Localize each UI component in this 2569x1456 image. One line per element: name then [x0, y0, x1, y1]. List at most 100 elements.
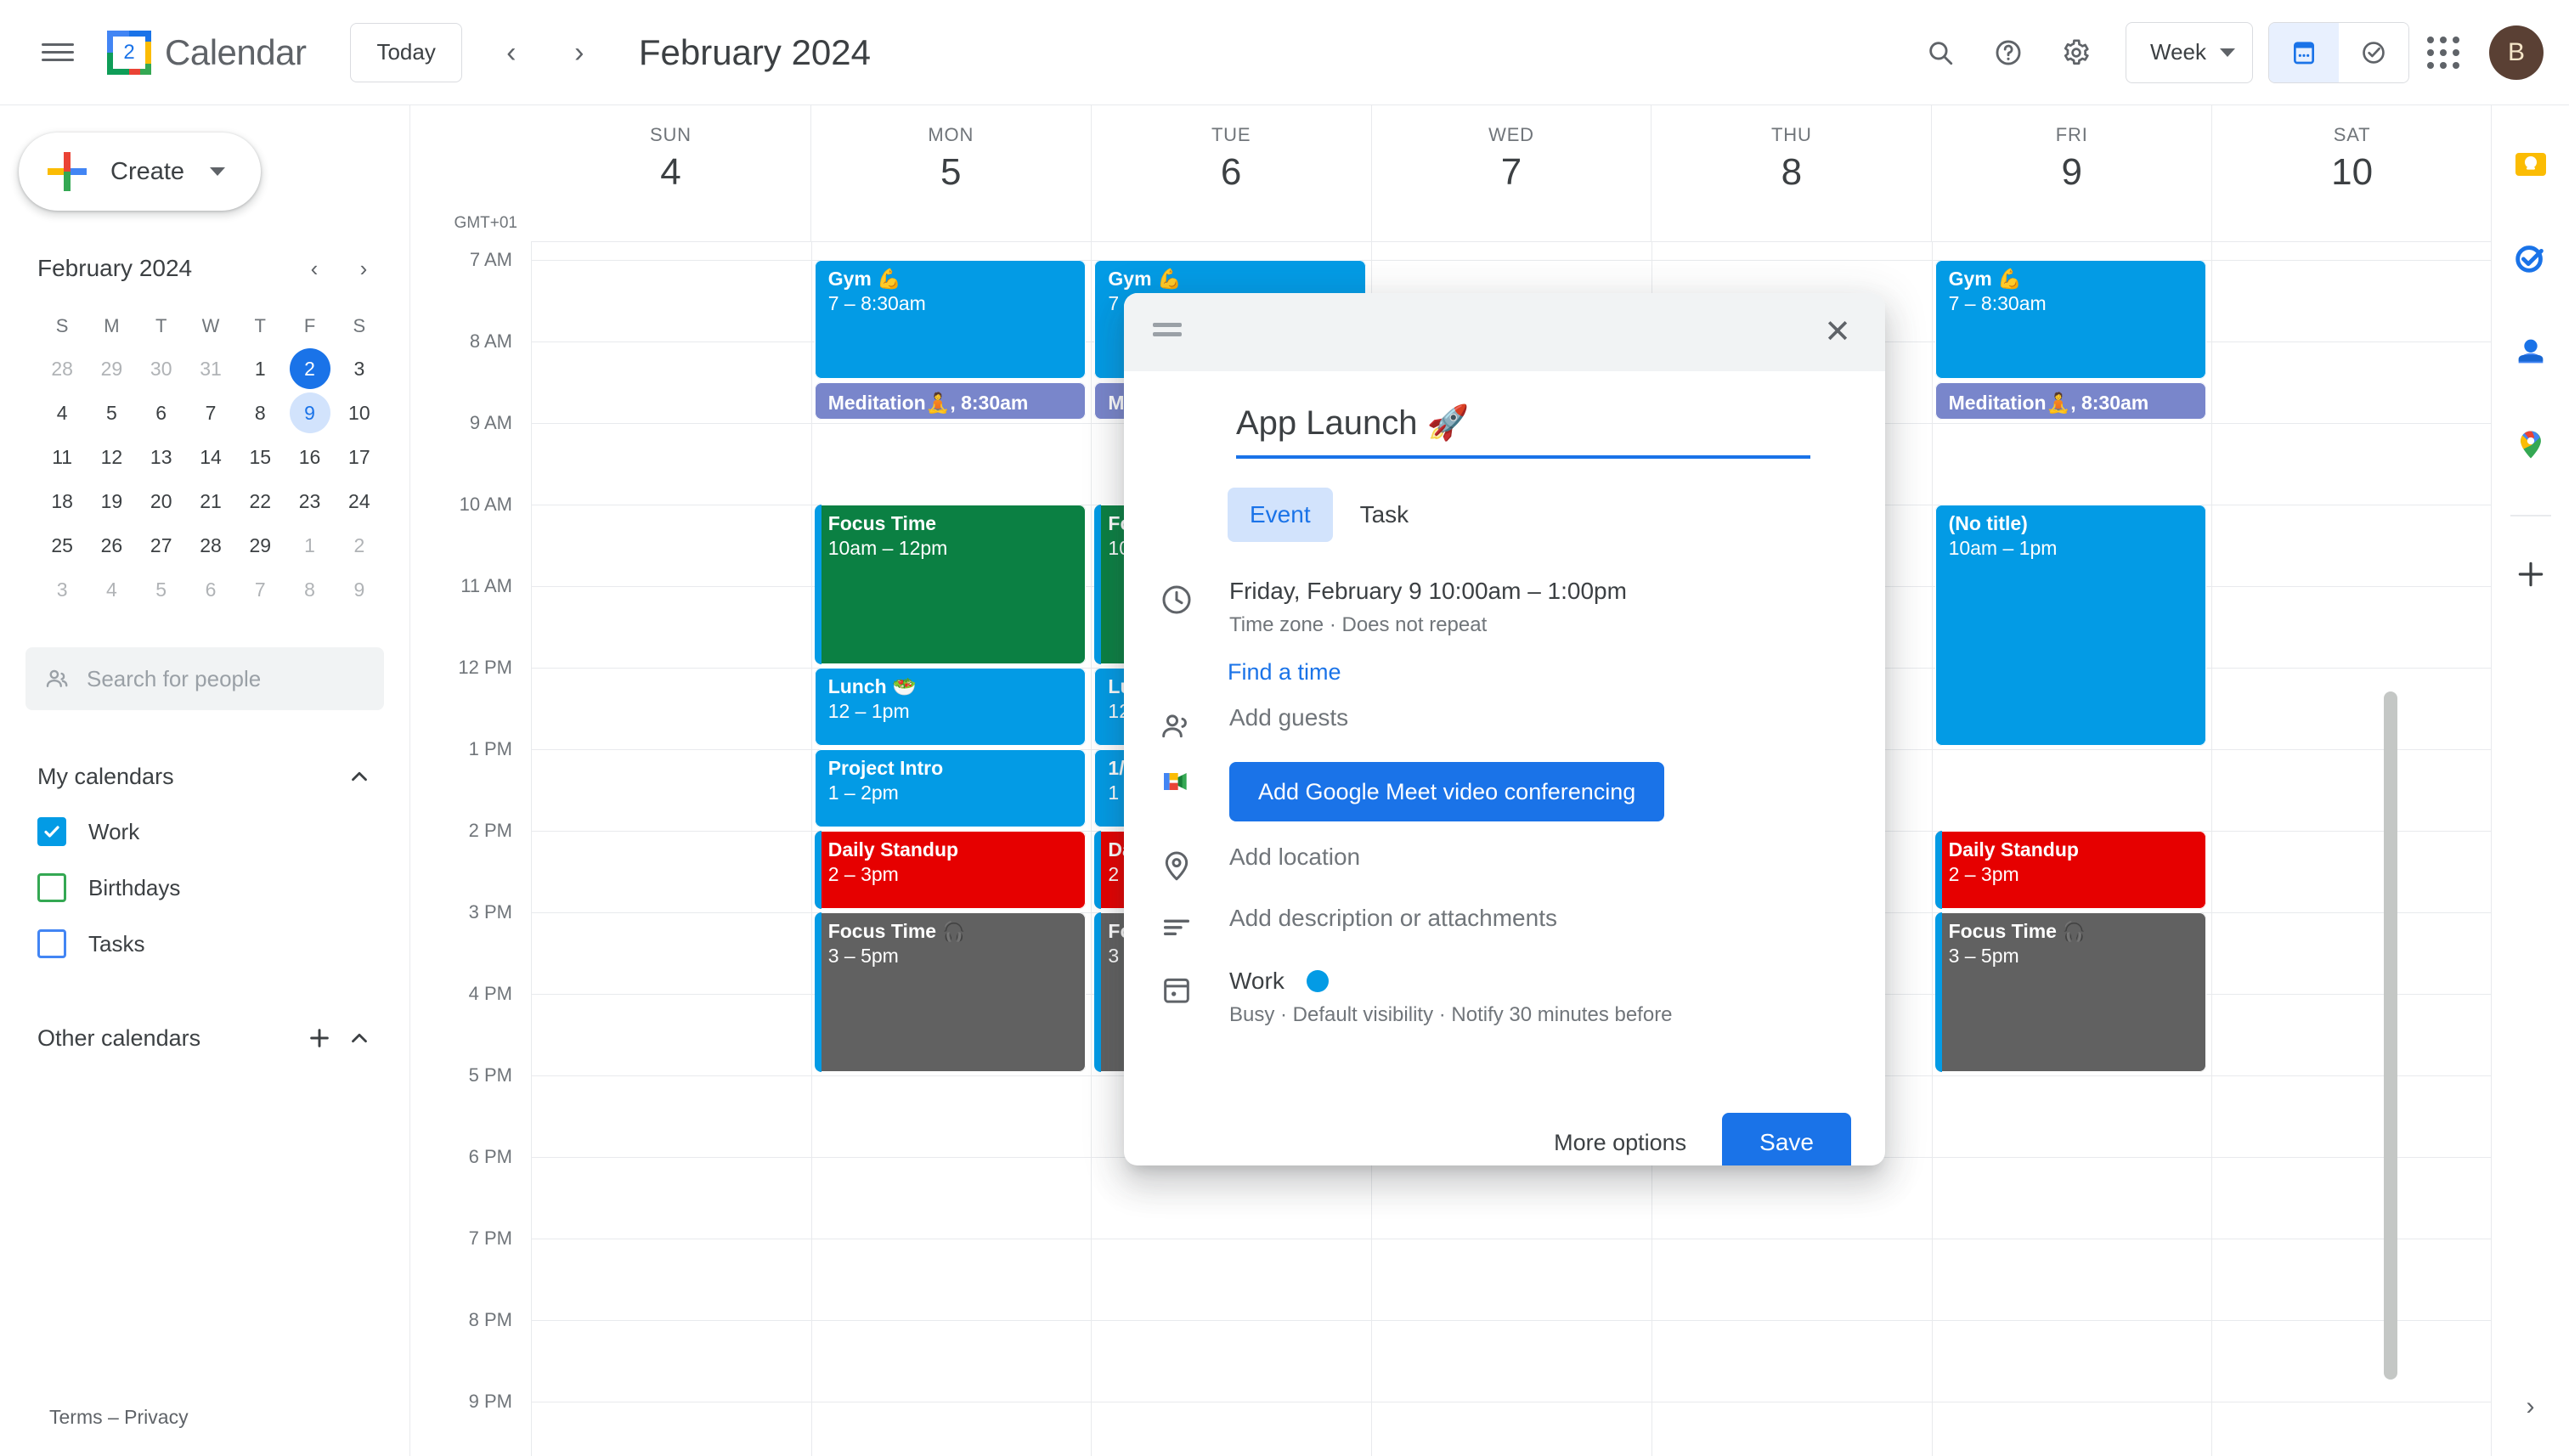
description-row[interactable]: Add description or attachments — [1124, 905, 1851, 944]
tasks-view-toggle[interactable] — [2339, 23, 2408, 82]
expand-side-panel-button[interactable]: › — [2504, 1380, 2558, 1434]
create-button[interactable]: Create — [19, 133, 261, 211]
mini-calendar-day[interactable]: 5 — [141, 569, 182, 610]
mini-calendar-day[interactable]: 14 — [190, 437, 231, 477]
add-google-meet-button[interactable]: Add Google Meet video conferencing — [1229, 762, 1664, 821]
mini-prev-month-button[interactable]: ‹ — [294, 248, 335, 289]
mini-calendar-day[interactable]: 3 — [339, 348, 380, 389]
next-week-button[interactable]: › — [545, 19, 613, 87]
mini-calendar-day[interactable]: 16 — [290, 437, 330, 477]
calendar-event[interactable]: Meditation🧘, 8:30am — [815, 382, 1087, 420]
chevron-up-icon[interactable] — [347, 1025, 372, 1051]
mini-calendar-day[interactable]: 8 — [240, 392, 280, 433]
terms-privacy-link[interactable]: Terms – Privacy — [49, 1406, 189, 1429]
location-row[interactable]: Add location — [1124, 844, 1851, 883]
other-calendars-header[interactable]: Other calendars — [25, 1011, 384, 1065]
mini-calendar-day[interactable]: 6 — [141, 392, 182, 433]
add-guests-input[interactable]: Add guests — [1229, 704, 1851, 731]
datetime-row[interactable]: Friday, February 9 10:00am – 1:00pm Time… — [1124, 578, 1851, 637]
day-header-number[interactable]: 4 — [531, 151, 810, 194]
mini-calendar-day[interactable]: 7 — [190, 392, 231, 433]
mini-calendar-day[interactable]: 28 — [190, 525, 231, 566]
mini-calendar-day[interactable]: 4 — [91, 569, 132, 610]
calendar-row[interactable]: Work Busy · Default visibility · Notify … — [1124, 968, 1851, 1027]
today-button[interactable]: Today — [350, 23, 461, 82]
mini-calendar-day[interactable]: 13 — [141, 437, 182, 477]
event-datetime[interactable]: Friday, February 9 10:00am – 1:00pm — [1229, 578, 1851, 605]
mini-calendar-day[interactable]: 25 — [42, 525, 82, 566]
calendar-list-item-work[interactable]: Work — [25, 804, 384, 860]
mini-calendar-day[interactable]: 2 — [339, 525, 380, 566]
day-header-number[interactable]: 9 — [1932, 151, 2211, 194]
add-app-button[interactable] — [2502, 545, 2560, 603]
calendar-event[interactable]: Lunch 🥗12 – 1pm — [815, 668, 1087, 746]
calendar-list-item-birthdays[interactable]: Birthdays — [25, 860, 384, 916]
mini-calendar-day[interactable]: 4 — [42, 392, 82, 433]
view-select[interactable]: Week — [2126, 22, 2253, 83]
find-a-time-link[interactable]: Find a time — [1228, 659, 1341, 686]
calendar-event[interactable]: Focus Time 🎧3 – 5pm — [815, 912, 1087, 1072]
mini-calendar-day[interactable]: 22 — [240, 481, 280, 522]
tab-event[interactable]: Event — [1228, 488, 1333, 542]
mini-calendar-day[interactable]: 15 — [240, 437, 280, 477]
my-calendars-header[interactable]: My calendars — [25, 749, 384, 804]
contacts-app-button[interactable] — [2502, 323, 2560, 381]
mini-calendar-day[interactable]: 11 — [42, 437, 82, 477]
event-title-input[interactable] — [1236, 404, 1810, 459]
calendar-checkbox[interactable] — [37, 817, 66, 846]
plus-icon[interactable] — [306, 1024, 333, 1052]
settings-button[interactable] — [2042, 19, 2110, 87]
my-calendars-collapse[interactable] — [347, 764, 372, 789]
help-button[interactable] — [1974, 19, 2042, 87]
day-header-number[interactable]: 5 — [811, 151, 1091, 194]
mini-calendar-day[interactable]: 23 — [290, 481, 330, 522]
calendar-checkbox[interactable] — [37, 873, 66, 902]
calendar-event[interactable]: Daily Standup2 – 3pm — [815, 831, 1087, 909]
mini-calendar-day[interactable]: 29 — [91, 348, 132, 389]
mini-calendar-day[interactable]: 17 — [339, 437, 380, 477]
mini-calendar-day[interactable]: 24 — [339, 481, 380, 522]
calendar-list-item-tasks[interactable]: Tasks — [25, 916, 384, 972]
mini-calendar-day[interactable]: 28 — [42, 348, 82, 389]
mini-calendar-day[interactable]: 20 — [141, 481, 182, 522]
hamburger-icon[interactable] — [24, 19, 92, 87]
avatar[interactable]: B — [2489, 25, 2544, 80]
mini-calendar-day[interactable]: 29 — [240, 525, 280, 566]
calendar-logo[interactable]: 2 Calendar — [107, 31, 306, 75]
tab-task[interactable]: Task — [1338, 488, 1431, 542]
mini-calendar-day[interactable]: 31 — [190, 348, 231, 389]
calendar-event[interactable]: Daily Standup2 – 3pm — [1935, 831, 2207, 909]
day-header-number[interactable]: 6 — [1092, 151, 1371, 194]
save-button[interactable]: Save — [1722, 1113, 1851, 1165]
calendar-event[interactable]: Gym 💪7 – 8:30am — [815, 260, 1087, 379]
maps-app-button[interactable] — [2502, 416, 2560, 474]
calendar-event[interactable]: (No title)10am – 1pm — [1935, 505, 2207, 746]
calendar-checkbox[interactable] — [37, 929, 66, 958]
guests-row[interactable]: Add guests — [1124, 704, 1851, 743]
calendar-event[interactable]: Focus Time 🎧3 – 5pm — [1935, 912, 2207, 1072]
calendar-view-toggle[interactable] — [2269, 23, 2339, 82]
drag-handle-icon[interactable] — [1153, 323, 1182, 341]
google-apps-button[interactable] — [2409, 19, 2477, 87]
day-header-number[interactable]: 8 — [1652, 151, 1931, 194]
day-header-number[interactable]: 10 — [2212, 151, 2491, 194]
close-button[interactable]: ✕ — [1810, 305, 1865, 359]
calendar-event[interactable]: Meditation🧘, 8:30am — [1935, 382, 2207, 420]
calendar-event[interactable]: Gym 💪7 – 8:30am — [1935, 260, 2207, 379]
vertical-scrollbar[interactable] — [2384, 691, 2397, 1380]
mini-calendar-day[interactable]: 9 — [339, 569, 380, 610]
mini-next-month-button[interactable]: › — [343, 248, 384, 289]
mini-calendar-day[interactable]: 30 — [141, 348, 182, 389]
mini-calendar-day[interactable]: 5 — [91, 392, 132, 433]
mini-calendar-day[interactable]: 7 — [240, 569, 280, 610]
search-button[interactable] — [1906, 19, 1974, 87]
mini-calendar-day[interactable]: 21 — [190, 481, 231, 522]
more-options-button[interactable]: More options — [1532, 1116, 1708, 1165]
mini-calendar-day[interactable]: 8 — [290, 569, 330, 610]
mini-calendar-day[interactable]: 1 — [240, 348, 280, 389]
tasks-app-button[interactable] — [2502, 229, 2560, 287]
mini-calendar-day[interactable]: 18 — [42, 481, 82, 522]
add-location-input[interactable]: Add location — [1229, 844, 1851, 871]
mini-calendar-day[interactable]: 12 — [91, 437, 132, 477]
calendar-event[interactable]: Focus Time10am – 12pm — [815, 505, 1087, 664]
